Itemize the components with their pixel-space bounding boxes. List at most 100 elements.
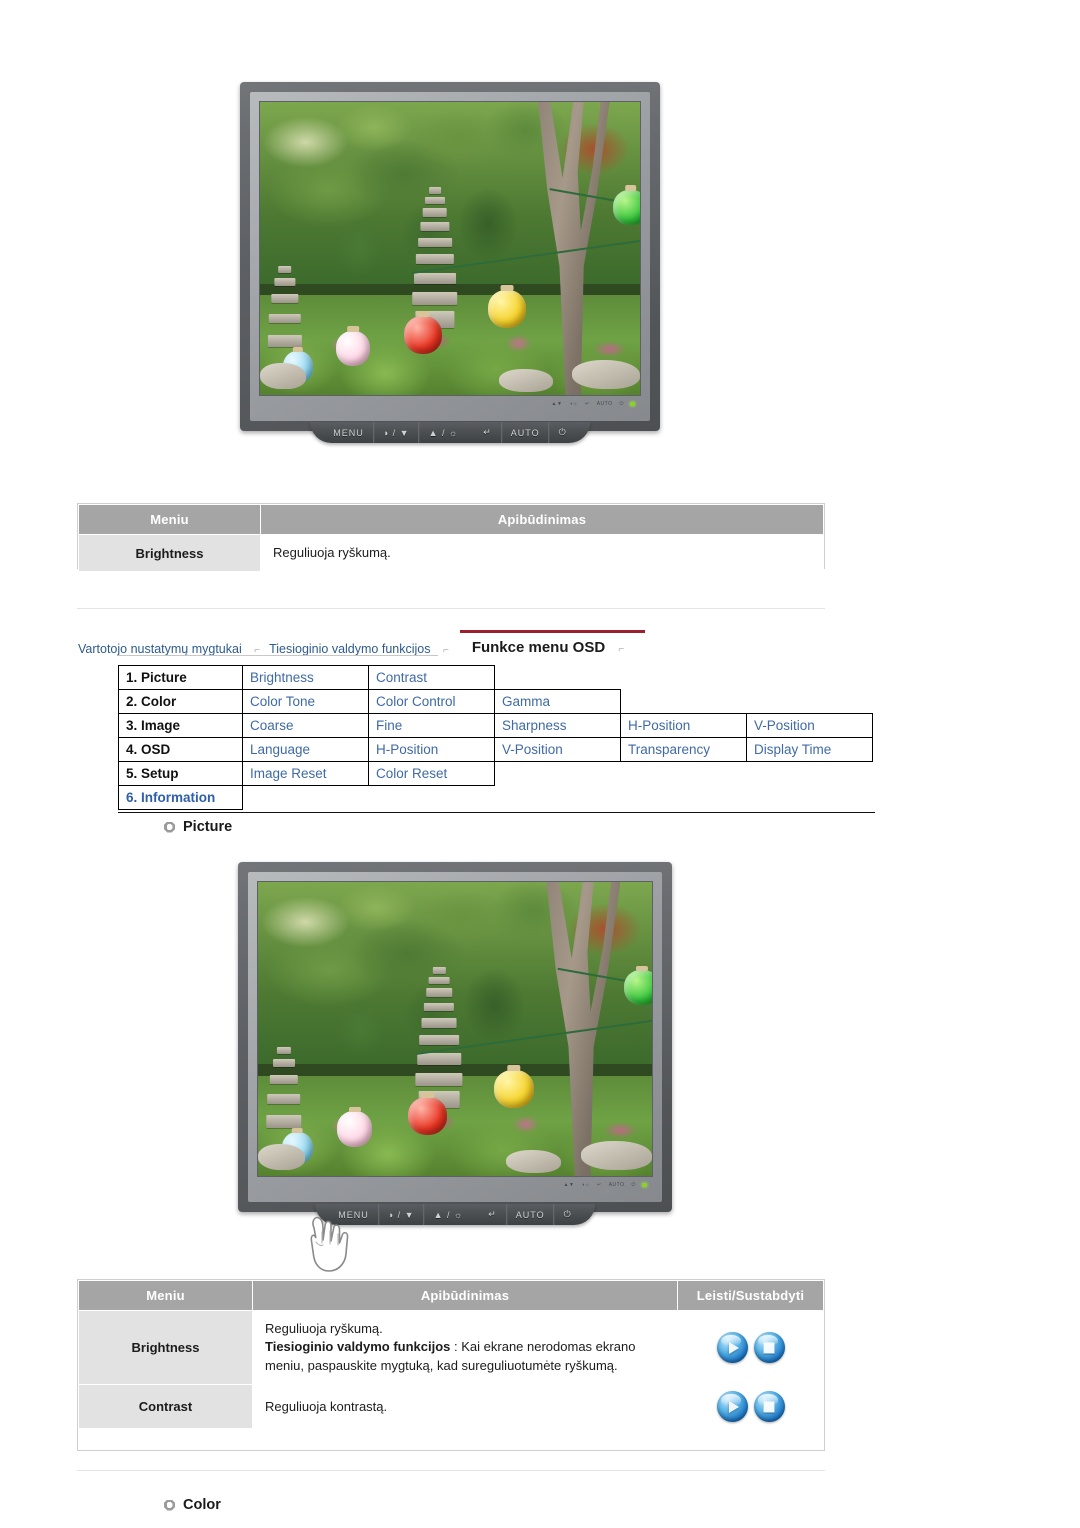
bezel-mark-3: AUTO bbox=[608, 1182, 625, 1188]
monitor-bezel-bottom: ▲▼ ◑☼ ↵ AUTO ⏻ bbox=[257, 1177, 653, 1193]
desc-line-1: Reguliuoja ryškumą. bbox=[265, 1321, 383, 1336]
bezel-mark-4: ⏻ bbox=[631, 1182, 636, 1188]
monitor-bezel-bottom: ▲▼ ◑☼ ↵ AUTO ⏻ bbox=[259, 396, 641, 412]
osd-group-6[interactable]: 6. Information bbox=[118, 785, 243, 810]
osd-row-picture: 1. Picture Brightness Contrast bbox=[118, 665, 873, 690]
osd-item-gamma[interactable]: Gamma bbox=[494, 689, 621, 714]
col-header-apibudinimas: Apibūdinimas bbox=[260, 504, 824, 535]
lantern-green bbox=[624, 970, 652, 1006]
pagoda-small-icon bbox=[267, 266, 302, 354]
bezel-mark-3: AUTO bbox=[596, 401, 613, 407]
monitor-control-bar-bottom: MENU ◑ / ▼ ▲ / ☼ ↵ AUTO ⏻ bbox=[315, 1204, 595, 1225]
osd-item-v-position-osd[interactable]: V-Position bbox=[494, 737, 621, 762]
bezel-mark-4: ⏻ bbox=[619, 401, 624, 407]
lantern-yellow bbox=[488, 289, 526, 328]
osd-group-2[interactable]: 2. Color bbox=[118, 689, 243, 714]
bezel-control-marks: ▲▼ ◑☼ ↵ AUTO ⏻ bbox=[564, 1182, 637, 1188]
monitor-screen bbox=[257, 881, 653, 1177]
cell-icons-contrast bbox=[677, 1384, 824, 1430]
osd-group-1[interactable]: 1. Picture bbox=[118, 665, 243, 690]
lantern-yellow bbox=[494, 1070, 534, 1109]
table-row: Brightness Reguliuoja ryškumą. Tiesiogin… bbox=[78, 1309, 824, 1386]
section-label-color: Color bbox=[183, 1497, 221, 1513]
bezel-mark-1: ◑☼ bbox=[569, 401, 579, 407]
osd-group-4[interactable]: 4. OSD bbox=[118, 737, 243, 762]
table-top-header-row: Meniu Apibūdinimas bbox=[78, 504, 824, 535]
osd-group-3[interactable]: 3. Image bbox=[118, 713, 243, 738]
play-icon[interactable] bbox=[716, 1332, 748, 1364]
section-heading-picture: Picture bbox=[164, 819, 232, 835]
monitor-illustration-top: ▲▼ ◑☼ ↵ AUTO ⏻ MENU ◑ / ▼ ▲ / ☼ ↵ AUTO ⏻ bbox=[240, 82, 660, 443]
garden-scene bbox=[258, 882, 652, 1176]
osd-blank bbox=[495, 762, 621, 786]
osd-blank bbox=[369, 786, 495, 810]
lantern-pink bbox=[336, 1111, 373, 1147]
menu-button[interactable]: MENU bbox=[324, 422, 374, 443]
bezel-mark-2: ↵ bbox=[585, 401, 590, 407]
osd-item-color-reset[interactable]: Color Reset bbox=[368, 761, 495, 786]
monitor-body: ▲▼ ◑☼ ↵ AUTO ⏻ bbox=[238, 862, 672, 1212]
osd-item-contrast[interactable]: Contrast bbox=[368, 665, 495, 690]
rock-right bbox=[581, 1140, 652, 1171]
osd-item-color-tone[interactable]: Color Tone bbox=[242, 689, 369, 714]
tab-label-1: Tiesioginio valdymo funkcijos bbox=[269, 642, 431, 656]
osd-blank bbox=[621, 762, 747, 786]
osd-blank bbox=[747, 786, 873, 810]
monitor-bezel: ▲▼ ◑☼ ↵ AUTO ⏻ bbox=[250, 92, 650, 421]
stop-icon[interactable] bbox=[753, 1391, 785, 1423]
osd-row-information: 6. Information bbox=[118, 785, 873, 810]
pagoda-icon bbox=[412, 186, 458, 328]
auto-button[interactable]: AUTO bbox=[502, 422, 550, 443]
osd-item-sharpness[interactable]: Sharpness bbox=[494, 713, 621, 738]
cell-icons-brightness bbox=[677, 1309, 824, 1386]
brightness-up-button[interactable]: ▲ / ☼ bbox=[425, 1204, 480, 1225]
brightness-down-button[interactable]: ◑ / ▼ bbox=[379, 1204, 425, 1225]
osd-menu-structure: 1. Picture Brightness Contrast 2. Color … bbox=[118, 665, 873, 810]
osd-item-fine[interactable]: Fine bbox=[368, 713, 495, 738]
monitor-body: ▲▼ ◑☼ ↵ AUTO ⏻ bbox=[240, 82, 660, 431]
osd-row-osd: 4. OSD Language H-Position V-Position Tr… bbox=[118, 737, 873, 762]
brightness-down-button[interactable]: ◑ / ▼ bbox=[374, 422, 420, 443]
power-button[interactable]: ⏻ bbox=[555, 1204, 581, 1225]
power-button[interactable]: ⏻ bbox=[550, 422, 576, 443]
monitor-illustration-bottom: ▲▼ ◑☼ ↵ AUTO ⏻ MENU ◑ / ▼ ▲ / ☼ ↵ AUTO ⏻ bbox=[238, 862, 672, 1225]
osd-item-display-time[interactable]: Display Time bbox=[746, 737, 873, 762]
osd-item-h-position-osd[interactable]: H-Position bbox=[368, 737, 495, 762]
osd-item-v-position-image[interactable]: V-Position bbox=[746, 713, 873, 738]
auto-button[interactable]: AUTO bbox=[507, 1204, 555, 1225]
osd-blank bbox=[621, 690, 747, 714]
divider-top bbox=[77, 608, 825, 609]
garden-scene bbox=[260, 102, 640, 395]
stop-icon[interactable] bbox=[753, 1332, 785, 1364]
col-header-apibudinimas: Apibūdinimas bbox=[252, 1280, 678, 1311]
enter-button[interactable]: ↵ bbox=[479, 1204, 507, 1225]
desc-line-2: Tiesioginio valdymo funkcijos : Kai ekra… bbox=[265, 1338, 665, 1375]
osd-item-image-reset[interactable]: Image Reset bbox=[242, 761, 369, 786]
col-header-meniu: Meniu bbox=[78, 504, 261, 535]
tab-osd-menu-functions[interactable]: Funkce menu OSD ⌐ bbox=[459, 630, 646, 658]
col-header-leisti-sustabdyti: Leisti/Sustabdyti bbox=[677, 1280, 824, 1311]
brightness-up-button[interactable]: ▲ / ☼ bbox=[420, 422, 475, 443]
osd-item-coarse[interactable]: Coarse bbox=[242, 713, 369, 738]
power-led-icon bbox=[630, 402, 635, 406]
osd-item-h-position-image[interactable]: H-Position bbox=[620, 713, 747, 738]
lantern-green bbox=[613, 189, 640, 226]
pagoda-icon bbox=[415, 967, 463, 1109]
osd-item-transparency[interactable]: Transparency bbox=[620, 737, 747, 762]
rock-center bbox=[506, 1149, 562, 1174]
enter-button[interactable]: ↵ bbox=[474, 422, 502, 443]
monitor-control-bar-top: MENU ◑ / ▼ ▲ / ☼ ↵ AUTO ⏻ bbox=[310, 422, 590, 443]
osd-group-5[interactable]: 5. Setup bbox=[118, 761, 243, 786]
desc-bold-label: Tiesioginio valdymo funkcijos bbox=[265, 1339, 451, 1355]
hex-bullet-icon bbox=[164, 1499, 175, 1511]
bezel-mark-2: ↵ bbox=[597, 1182, 602, 1188]
osd-item-language[interactable]: Language bbox=[242, 737, 369, 762]
lantern-pink bbox=[336, 330, 371, 366]
lantern-red bbox=[404, 315, 443, 354]
play-icon[interactable] bbox=[716, 1391, 748, 1423]
table-row: Contrast Reguliuoja kontrastą. bbox=[78, 1384, 824, 1430]
nav-underline-left bbox=[118, 655, 438, 656]
osd-item-color-control[interactable]: Color Control bbox=[368, 689, 495, 714]
osd-row-image: 3. Image Coarse Fine Sharpness H-Positio… bbox=[118, 713, 873, 738]
osd-item-brightness[interactable]: Brightness bbox=[242, 665, 369, 690]
